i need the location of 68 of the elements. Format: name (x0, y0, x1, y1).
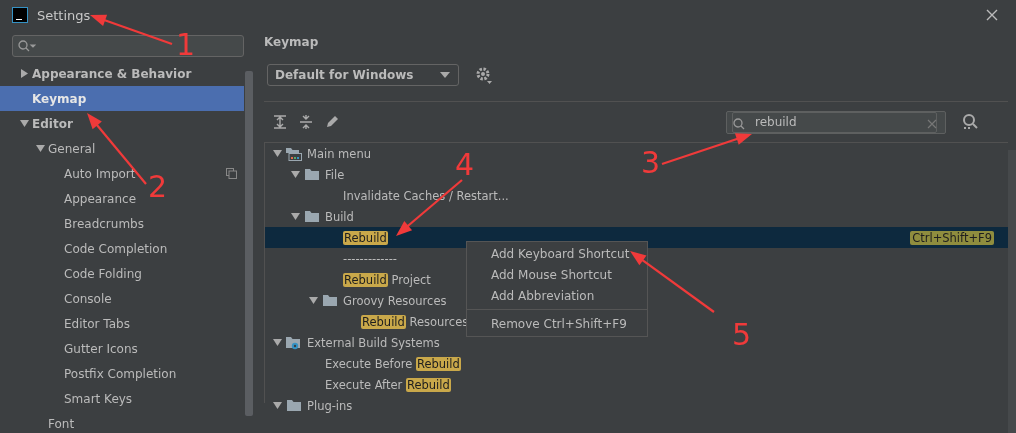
settings-tree-item[interactable]: Code Completion (64, 241, 168, 256)
keymap-tree-item[interactable]: Plug-ins (307, 398, 353, 413)
search-icon (733, 117, 745, 130)
folder-icon (287, 399, 301, 411)
keymap-dropdown[interactable]: Default for Windows (267, 64, 459, 86)
keymap-tree-item[interactable]: Main menu (307, 146, 371, 161)
settings-tree-item[interactable]: Font (48, 416, 75, 431)
page-heading: Keymap (264, 35, 320, 51)
settings-tree-item[interactable]: Breadcrumbs (64, 216, 144, 231)
annotation-number: 1 (176, 30, 196, 60)
settings-tree-item[interactable]: Editor Tabs (64, 316, 130, 331)
keymap-tree-item[interactable]: External Build Systems (307, 335, 440, 350)
annotation-number: 5 (732, 320, 752, 350)
settings-tree-item[interactable]: Appearance (64, 191, 137, 206)
menu-item[interactable]: Remove Ctrl+Shift+F9 (467, 313, 647, 334)
keymap-tree-item[interactable]: Groovy Resources (343, 293, 447, 308)
expand-arrow-icon[interactable] (273, 338, 282, 347)
settings-tree-item[interactable]: Console (64, 291, 112, 306)
settings-tree-item[interactable]: Postfix Completion (64, 366, 177, 381)
expand-all-icon[interactable] (273, 115, 287, 129)
menu-item[interactable]: Add Abbreviation (467, 285, 647, 306)
settings-tree-item[interactable]: Appearance & Behavior (32, 66, 192, 81)
expand-arrow-icon[interactable] (36, 144, 45, 153)
settings-tree-item[interactable]: Code Folding (64, 266, 142, 281)
search-field[interactable] (12, 35, 244, 57)
settings-tree-item[interactable]: Smart Keys (64, 391, 133, 406)
expand-arrow-icon[interactable] (273, 401, 282, 410)
search-field[interactable]: rebuild (732, 111, 937, 133)
find-shortcut-icon[interactable] (962, 114, 980, 130)
collapse-all-icon[interactable] (299, 115, 313, 129)
scrollbar[interactable] (245, 71, 253, 416)
expand-arrow-icon[interactable] (20, 69, 29, 78)
keymap-tree-item[interactable]: ------------- (343, 251, 397, 266)
settings-tree-item[interactable]: General (48, 141, 96, 156)
menu-item[interactable]: Add Mouse Shortcut (467, 264, 647, 285)
menu-folder-icon (286, 147, 302, 161)
expand-arrow-icon[interactable] (291, 170, 300, 179)
settings-tree-item[interactable]: Auto Import (64, 166, 136, 181)
app-logo-icon (12, 7, 28, 23)
annotation-number: 3 (641, 148, 661, 178)
expand-arrow-icon[interactable] (20, 119, 29, 128)
keymap-tree-item[interactable]: File (325, 167, 345, 182)
shortcut-label: Ctrl+Shift+F9 (910, 230, 994, 245)
close-icon[interactable] (986, 9, 998, 21)
caret-icon (440, 72, 450, 78)
window-title: Settings (37, 7, 91, 23)
scrollbar[interactable] (1008, 150, 1016, 433)
gear-icon[interactable] (475, 66, 493, 84)
pencil-icon[interactable] (325, 115, 339, 129)
folder-gear-icon (286, 336, 302, 350)
annotation-number: 4 (455, 150, 475, 180)
folder-icon (305, 168, 319, 180)
menu-item[interactable]: Add Keyboard Shortcut (467, 243, 647, 264)
keymap-tree-item[interactable]: Rebuild (343, 230, 388, 245)
keymap-tree-item[interactable]: Build (325, 209, 354, 224)
settings-tree-item[interactable]: Keymap (32, 91, 87, 106)
expand-arrow-icon[interactable] (309, 296, 318, 305)
annotation-number: 2 (148, 172, 168, 202)
keymap-tree-item[interactable]: Execute Before Rebuild (325, 356, 461, 371)
expand-arrow-icon[interactable] (273, 149, 282, 158)
keymap-tree-item[interactable]: Rebuild Resources (361, 314, 469, 329)
folder-icon (305, 210, 319, 222)
folder-icon (323, 294, 337, 306)
settings-tree-item[interactable]: Editor (32, 116, 73, 131)
keymap-tree-item[interactable]: Execute After Rebuild (325, 377, 451, 392)
search-icon (18, 40, 36, 52)
expand-arrow-icon[interactable] (291, 212, 300, 221)
settings-tree-item[interactable]: Gutter Icons (64, 341, 138, 356)
